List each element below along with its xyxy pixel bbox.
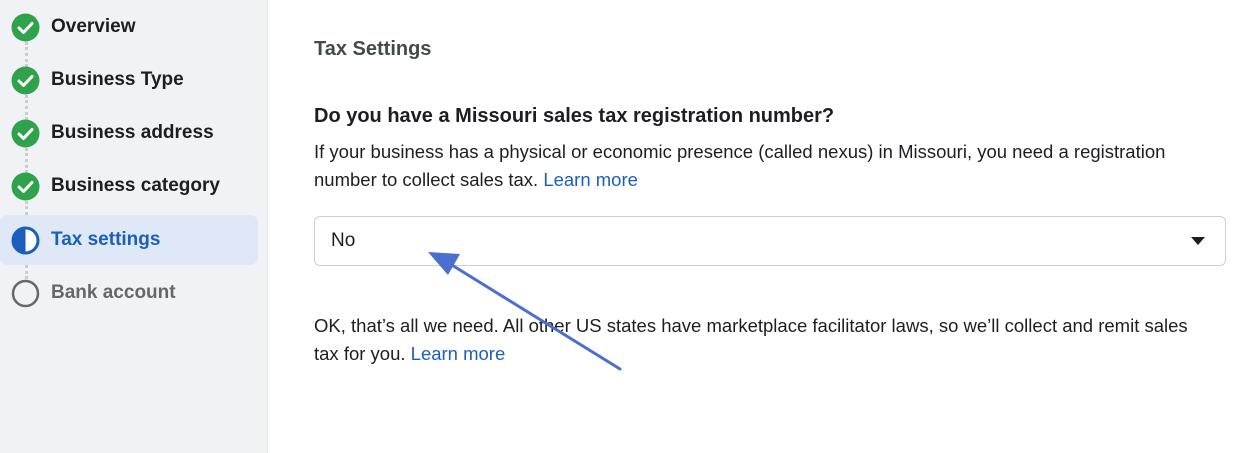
check-circle-icon [11,66,40,94]
sidebar-step-bank-account[interactable]: Bank account [0,268,258,318]
sidebar-step-label: Business Type [51,69,184,90]
tax-settings-panel: Tax Settings Do you have a Missouri sale… [268,0,1258,453]
check-circle-icon [11,13,40,41]
empty-circle-icon [11,279,40,307]
caret-down-icon [1191,237,1205,245]
marketplace-facilitator-note: OK, that’s all we need. All other US sta… [314,312,1214,368]
tax-registration-description: If your business has a physical or econo… [314,138,1224,194]
registration-number-select[interactable]: No [314,216,1226,266]
tax-registration-question: Do you have a Missouri sales tax registr… [314,105,835,127]
sidebar-step-business-type[interactable]: Business Type [0,55,258,105]
check-circle-icon [11,119,40,147]
learn-more-link[interactable]: Learn more [543,169,638,190]
steps-sidebar: Overview Business Type Business address … [0,0,268,453]
sidebar-step-label: Overview [51,16,136,37]
section-title: Tax Settings [314,38,432,60]
check-circle-icon [11,172,40,200]
learn-more-link[interactable]: Learn more [411,343,506,364]
sidebar-step-business-address[interactable]: Business address [0,108,258,158]
select-value: No [331,230,356,251]
sidebar-step-label: Business address [51,122,214,143]
sidebar-step-tax-settings[interactable]: Tax settings [0,215,258,265]
sidebar-step-business-category[interactable]: Business category [0,161,258,211]
sidebar-step-label: Tax settings [51,229,161,250]
half-circle-icon [11,226,40,254]
description-text: If your business has a physical or econo… [314,141,1166,190]
sidebar-step-label: Business category [51,175,220,196]
sidebar-step-overview[interactable]: Overview [0,2,258,52]
sidebar-step-label: Bank account [51,282,176,303]
